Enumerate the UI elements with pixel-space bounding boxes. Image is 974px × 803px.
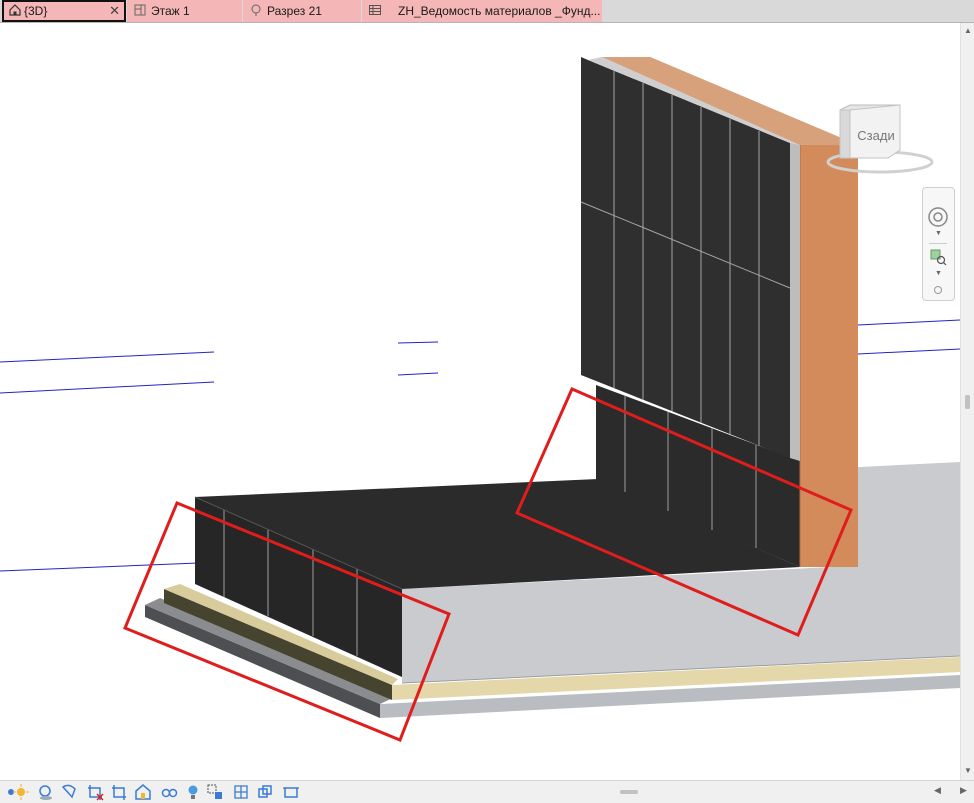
- reveal-constraints-icon[interactable]: [282, 783, 300, 801]
- tab-section-21[interactable]: Разрез 21: [243, 0, 361, 22]
- scroll-left-arrow-icon[interactable]: ◀: [934, 785, 941, 796]
- tab-label: Разрез 21: [267, 4, 322, 18]
- view-tab-bar: {3D} ✕ Этаж 1 Разрез 21 ZH_Ведомость мат…: [0, 0, 974, 23]
- tab-materials-schedule[interactable]: ZH_Ведомость материалов _Фунд...: [362, 0, 602, 22]
- shadows-icon[interactable]: [36, 783, 54, 801]
- sun-path-icon[interactable]: [12, 783, 30, 801]
- tab-label: Этаж 1: [151, 4, 190, 18]
- show-crop-icon[interactable]: [86, 783, 104, 801]
- tab-label: ZH_Ведомость материалов _Фунд...: [398, 4, 601, 18]
- tab-floor-1[interactable]: Этаж 1: [127, 0, 242, 22]
- highlight-displacement-icon[interactable]: [232, 783, 250, 801]
- steering-wheel-icon[interactable]: [927, 206, 949, 228]
- navigation-bar: ▼ ▼: [922, 187, 955, 301]
- view-control-bar: ◀ ▶: [0, 780, 974, 803]
- section-icon: [251, 4, 261, 16]
- chevron-down-icon[interactable]: ▼: [935, 230, 942, 237]
- tab-label: {3D}: [24, 4, 48, 18]
- scroll-down-arrow-icon[interactable]: ▼: [964, 766, 972, 775]
- worksharing-icon[interactable]: [256, 783, 274, 801]
- horizontal-scrollbar-thumb[interactable]: [620, 790, 638, 794]
- scrollbar-thumb[interactable]: [965, 395, 970, 409]
- viewcube[interactable]: Сзади: [800, 98, 935, 183]
- crop-view-icon[interactable]: [60, 783, 78, 801]
- divider: [929, 243, 947, 244]
- scroll-right-arrow-icon[interactable]: ▶: [960, 785, 967, 796]
- analytical-model-icon[interactable]: [206, 783, 224, 801]
- home-3d-icon: [9, 4, 21, 16]
- viewcube-face-label: Сзади: [857, 128, 894, 143]
- close-icon[interactable]: ✕: [109, 2, 120, 20]
- scroll-up-arrow-icon[interactable]: ▲: [964, 26, 972, 35]
- chevron-down-icon[interactable]: ▼: [935, 270, 942, 277]
- schedule-table-icon: [369, 5, 381, 15]
- vertical-scrollbar[interactable]: ▲ ▼: [960, 23, 974, 780]
- temporary-hide-icon[interactable]: [134, 783, 152, 801]
- reveal-hidden-icon[interactable]: [160, 783, 178, 801]
- tab-3d[interactable]: {3D} ✕: [2, 0, 126, 22]
- lock-3d-view-icon[interactable]: [110, 783, 128, 801]
- light-bulb-icon[interactable]: [184, 783, 202, 801]
- floor-plan-icon: [134, 4, 146, 16]
- options-icon[interactable]: [934, 286, 942, 294]
- zoom-region-icon[interactable]: [929, 248, 947, 266]
- 3d-view-canvas[interactable]: Сзади ▼ ▼: [0, 23, 960, 780]
